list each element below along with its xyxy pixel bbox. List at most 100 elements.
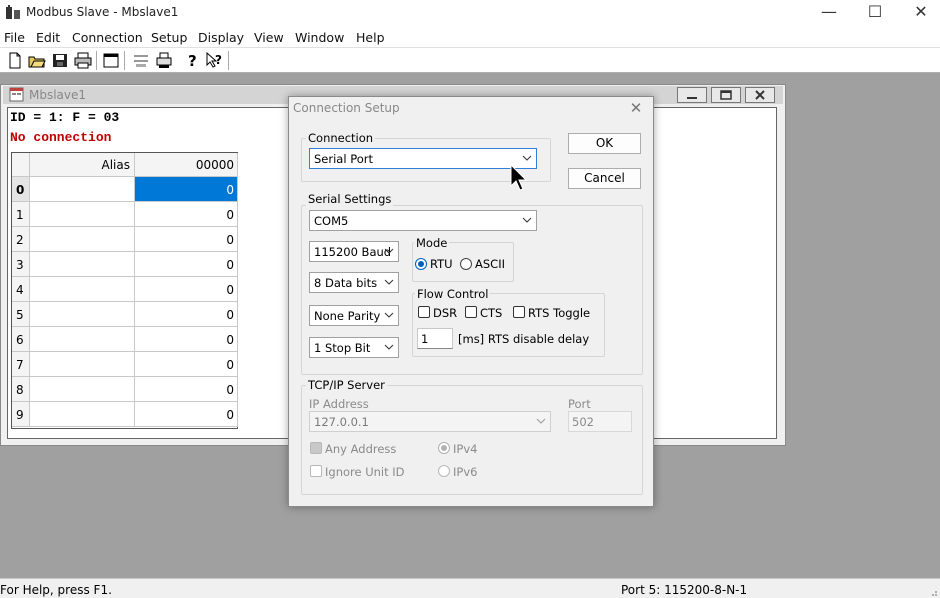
data-bits-value: 8 Data bits [314,276,378,290]
ipv4-radio[interactable] [438,442,450,454]
com-port-value: COM5 [314,214,349,228]
resize-grip-icon[interactable] [928,587,938,597]
ok-button[interactable]: OK [568,133,641,154]
comm-icon[interactable] [132,52,150,69]
menu-connection[interactable]: Connection [72,30,143,45]
port-value: 502 [572,415,594,429]
row-index[interactable]: 3 [12,252,30,277]
child-restore-button[interactable] [711,87,741,103]
menu-edit[interactable]: Edit [36,30,60,45]
stop-bits-select[interactable]: 1 Stop Bit [309,337,399,358]
title-bar: Modbus Slave - Mbslave1 — ☐ ✕ [0,0,940,26]
row-index[interactable]: 9 [12,402,30,427]
register-value-cell[interactable]: 0 [135,352,238,377]
connection-type-select[interactable]: Serial Port [309,148,537,169]
ignore-unit-id-label: Ignore Unit ID [325,465,405,479]
new-file-icon[interactable] [6,52,24,69]
row-index[interactable]: 1 [12,202,30,227]
menu-help[interactable]: Help [356,30,385,45]
port-label: Port [568,397,591,411]
serial-settings-label: Serial Settings [306,192,394,206]
register-value-cell[interactable]: 0 [135,227,238,252]
row-index[interactable]: 7 [12,352,30,377]
ip-address-value: 127.0.0.1 [314,415,369,429]
alias-cell[interactable] [30,302,135,327]
address-column-header: 00000 [135,153,238,177]
connection-group-label: Connection [306,131,376,145]
dialog-close-button[interactable]: ✕ [625,99,647,119]
save-icon[interactable] [51,52,69,69]
row-index[interactable]: 2 [12,227,30,252]
alias-cell[interactable] [30,227,135,252]
menu-setup[interactable]: Setup [151,30,187,45]
ipv6-radio[interactable] [438,465,450,477]
alias-cell[interactable] [30,352,135,377]
rts-delay-input[interactable]: 1 [417,328,453,349]
alias-cell[interactable] [30,252,135,277]
cancel-button[interactable]: Cancel [568,168,641,189]
ascii-label: ASCII [475,257,505,271]
alias-cell[interactable] [30,177,135,202]
register-value-cell[interactable]: 0 [135,302,238,327]
register-value-cell[interactable]: 0 [135,327,238,352]
child-close-button[interactable] [745,87,775,103]
dialog-title: Connection Setup [293,101,400,115]
child-minimize-button[interactable] [677,87,707,103]
any-address-checkbox[interactable] [310,442,322,454]
register-value-cell[interactable]: 0 [135,377,238,402]
modbus-app-icon [6,5,20,19]
parity-select[interactable]: None Parity [309,305,399,326]
data-bits-select[interactable]: 8 Data bits [309,272,399,293]
stop-bits-value: 1 Stop Bit [314,341,371,355]
toolbar-separator [228,51,229,70]
alias-cell[interactable] [30,202,135,227]
rtu-radio[interactable] [415,258,427,270]
row-index[interactable]: 0 [12,177,30,202]
print-icon[interactable] [74,52,92,69]
menu-view[interactable]: View [254,30,284,45]
register-value-cell[interactable]: 0 [135,177,238,202]
row-index[interactable]: 8 [12,377,30,402]
baud-rate-select[interactable]: 115200 Baud [309,241,399,262]
rts-toggle-label: RTS Toggle [528,306,591,320]
register-value-cell[interactable]: 0 [135,252,238,277]
rts-toggle-checkbox[interactable] [513,306,525,318]
menu-file[interactable]: File [4,30,25,45]
connection-type-value: Serial Port [314,152,373,166]
close-button[interactable]: ✕ [898,0,940,26]
help-icon[interactable]: ? [184,52,202,69]
cts-checkbox[interactable] [465,306,477,318]
context-help-icon[interactable]: ? [206,52,224,69]
alias-cell[interactable] [30,327,135,352]
minimize-button[interactable]: — [806,0,852,26]
com-port-select[interactable]: COM5 [309,210,537,231]
window-icon[interactable] [102,52,120,69]
alias-cell[interactable] [30,277,135,302]
register-value-cell[interactable]: 0 [135,277,238,302]
alias-cell[interactable] [30,402,135,427]
parity-value: None Parity [314,309,381,323]
port-input[interactable]: 502 [568,411,632,432]
register-value-cell[interactable]: 0 [135,402,238,427]
row-index[interactable]: 6 [12,327,30,352]
ignore-unit-id-checkbox[interactable] [310,465,322,477]
baud-rate-value: 115200 Baud [314,245,392,259]
ascii-radio[interactable] [460,258,472,270]
menu-display[interactable]: Display [198,30,244,45]
ip-address-select[interactable]: 127.0.0.1 [309,411,551,432]
cts-label: CTS [480,306,503,320]
row-index[interactable]: 4 [12,277,30,302]
register-value-cell[interactable]: 0 [135,202,238,227]
menu-bar: File Edit Connection Setup Display View … [0,26,940,48]
menu-window[interactable]: Window [295,30,344,45]
printer-icon[interactable] [155,52,173,69]
chevron-down-icon [522,155,532,161]
chevron-down-icon [384,248,394,254]
rts-delay-value: 1 [421,332,429,346]
slave-id-function: ID = 1: F = 03 [10,110,120,125]
dsr-checkbox[interactable] [418,306,430,318]
open-folder-icon[interactable] [28,52,46,69]
row-index[interactable]: 5 [12,302,30,327]
alias-cell[interactable] [30,377,135,402]
maximize-button[interactable]: ☐ [852,0,898,26]
